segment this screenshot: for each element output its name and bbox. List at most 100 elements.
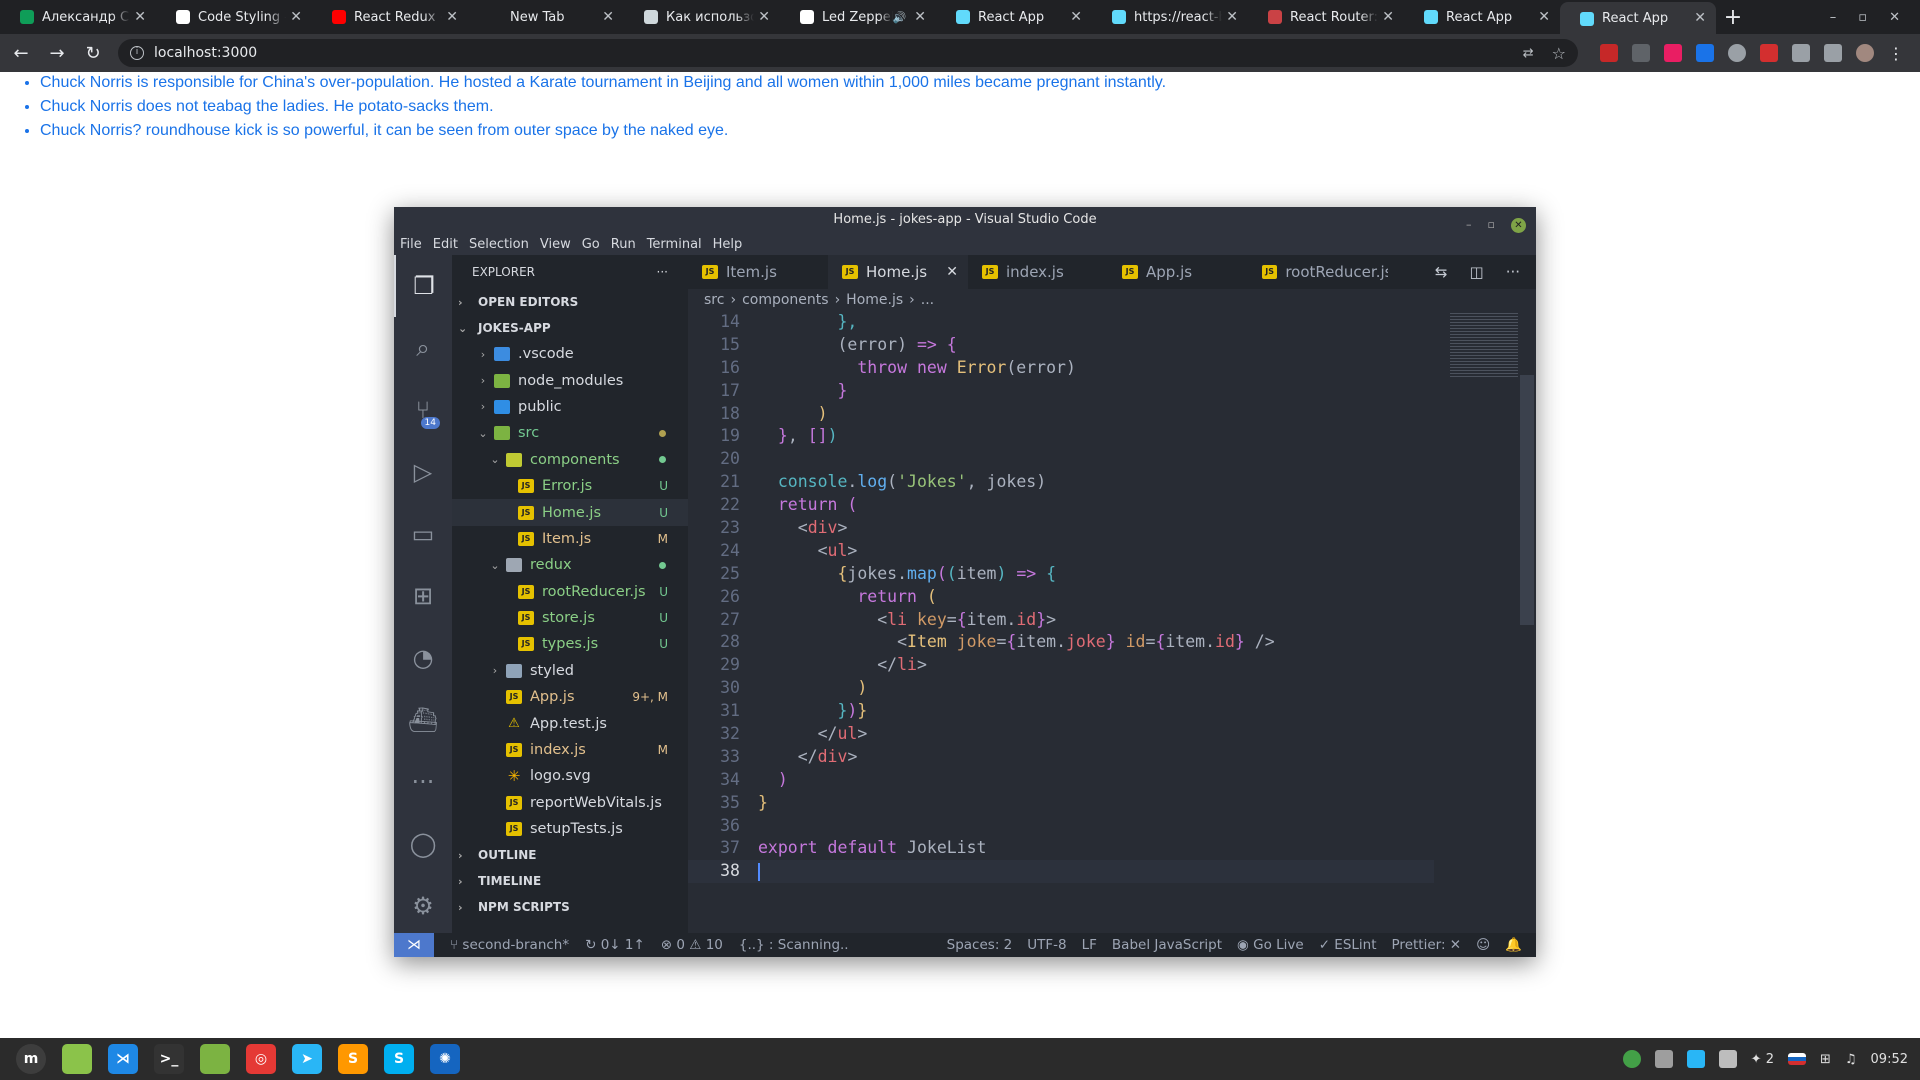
browser-tab[interactable]: Как использов✕ [624, 0, 780, 34]
notifications-tray[interactable]: ✦ 2 [1751, 1052, 1774, 1067]
file-tree-item[interactable]: ⌄ components [452, 447, 688, 473]
code-line[interactable]: 18 ) [688, 403, 1536, 426]
editor-tab[interactable]: JS Home.js ✕ [828, 255, 968, 289]
more-icon[interactable]: ··· [394, 751, 452, 813]
tab-close-icon[interactable]: ✕ [1694, 10, 1706, 26]
prettier-indicator[interactable]: Prettier: ✕ [1392, 937, 1462, 953]
tab-close-icon[interactable]: ✕ [946, 264, 958, 280]
translate-icon[interactable]: ⇄ [1523, 46, 1534, 61]
git-graph-icon[interactable]: ◔ [394, 627, 452, 689]
browser-menu-icon[interactable]: ⋮ [1888, 44, 1904, 63]
minimize-icon[interactable]: – [1830, 10, 1837, 25]
file-tree-item[interactable]: JS App.js 9+, M [452, 684, 688, 710]
code-line[interactable]: 37 export default JokeList [688, 837, 1536, 860]
taskbar-chrome-icon[interactable]: ◎ [246, 1044, 276, 1074]
editor-tab[interactable]: JS rootReducer.js [1248, 255, 1388, 289]
code-line[interactable]: 29 </li> [688, 654, 1536, 677]
browser-tab[interactable]: New Tab ✕ [468, 0, 624, 34]
address-bar[interactable]: i localhost:3000 ⇄ ☆ [118, 39, 1578, 67]
breadcrumb-item[interactable]: src [704, 292, 724, 308]
file-tree-item[interactable]: JS Error.js U [452, 473, 688, 499]
tab-close-icon[interactable]: ✕ [602, 9, 614, 25]
browser-tab[interactable]: Александр Cap✕ [0, 0, 156, 34]
code-line[interactable]: 17 } [688, 380, 1536, 403]
browser-tab[interactable]: React App ✕ [1560, 2, 1716, 34]
keyboard-layout-flag-icon[interactable] [1787, 1053, 1806, 1065]
file-tree-item[interactable]: › styled [452, 658, 688, 684]
ublock-extension-icon[interactable] [1600, 44, 1618, 62]
source-control-icon[interactable]: ⑂ 14 [394, 379, 452, 441]
back-button[interactable]: ← [6, 38, 36, 68]
tab-close-icon[interactable]: ✕ [1070, 9, 1082, 25]
problems-indicator[interactable]: ⊗ 0 ⚠ 10 [661, 937, 723, 953]
menu-item-view[interactable]: View [540, 237, 571, 252]
code-line[interactable]: 22 return ( [688, 494, 1536, 517]
sidebar-section-npm-scripts[interactable]: › NPM SCRIPTS [452, 894, 688, 920]
code-line[interactable]: 23 <div> [688, 517, 1536, 540]
extensions-icon[interactable]: ⊞ [394, 565, 452, 627]
code-line[interactable]: 26 return ( [688, 586, 1536, 609]
file-tree-item[interactable]: ⚠ App.test.js [452, 710, 688, 736]
code-line[interactable]: 30 ) [688, 677, 1536, 700]
encoding-indicator[interactable]: UTF-8 [1027, 937, 1066, 953]
editor-tab[interactable]: JS App.js [1108, 255, 1248, 289]
compare-changes-icon[interactable]: ⇆ [1435, 263, 1448, 281]
taskbar-files-desktop-icon[interactable] [62, 1044, 92, 1074]
file-tree-item[interactable]: › node_modules [452, 367, 688, 393]
minimize-icon[interactable]: – [1466, 212, 1472, 238]
media-queue-icon[interactable] [1824, 44, 1842, 62]
telegram-tray-icon[interactable] [1686, 1050, 1705, 1068]
tab-close-icon[interactable]: ✕ [134, 9, 146, 25]
audio-playing-icon[interactable]: 🔊 [893, 11, 907, 24]
git-sync[interactable]: ↻ 0↓ 1↑ [585, 937, 645, 953]
file-tree-item[interactable]: ✳ logo.svg [452, 763, 688, 789]
file-tree-item[interactable]: › public [452, 394, 688, 420]
file-tree-item[interactable]: JS index.js M [452, 737, 688, 763]
language-mode[interactable]: Babel JavaScript [1112, 937, 1222, 953]
editor-tab[interactable]: JS Item.js [688, 255, 828, 289]
breadcrumb-item[interactable]: components [742, 292, 829, 308]
file-tree-item[interactable]: ⌄ src [452, 420, 688, 446]
split-editor-icon[interactable]: ◫ [1470, 263, 1484, 281]
code-line[interactable]: 14 }, [688, 311, 1536, 334]
file-tree-item[interactable]: JS setupTests.js [452, 816, 688, 842]
accounts-icon[interactable]: ◯ [394, 813, 452, 875]
explorer-more-icon[interactable]: ··· [657, 265, 668, 279]
settings-gear-icon[interactable]: ⚙ [394, 875, 452, 937]
code-line[interactable]: 31 })} [688, 700, 1536, 723]
editor-tab[interactable]: JS index.js [968, 255, 1108, 289]
browser-tab[interactable]: React Router: D✕ [1248, 0, 1404, 34]
code-line[interactable]: 32 </ul> [688, 723, 1536, 746]
ruler-extension-icon[interactable] [1632, 44, 1650, 62]
code-line[interactable]: 19 }, []) [688, 425, 1536, 448]
target-extension-icon[interactable] [1728, 44, 1746, 62]
eslint-indicator[interactable]: ✓ ESLint [1319, 937, 1377, 953]
file-tree-item[interactable]: ⌄ redux [452, 552, 688, 578]
file-tree-item[interactable]: JS types.js U [452, 631, 688, 657]
file-tree-item[interactable]: JS reportWebVitals.js [452, 790, 688, 816]
remote-indicator-icon[interactable]: ⋊ [394, 933, 434, 957]
indentation-indicator[interactable]: Spaces: 2 [947, 937, 1013, 953]
minimap[interactable] [1450, 313, 1518, 377]
menu-item-file[interactable]: File [400, 237, 422, 252]
code-line[interactable]: 35} [688, 792, 1536, 815]
new-tab-button[interactable]: + [1716, 0, 1750, 34]
menu-item-edit[interactable]: Edit [433, 237, 458, 252]
notifications-bell-icon[interactable]: 🔔 [1505, 937, 1522, 953]
code-line[interactable]: 21 console.log('Jokes', jokes) [688, 471, 1536, 494]
tab-close-icon[interactable]: ✕ [446, 9, 458, 25]
bookmark-star-icon[interactable]: ☆ [1552, 44, 1566, 63]
close-icon[interactable]: ✕ [1889, 10, 1900, 25]
go-live-button[interactable]: ◉ Go Live [1237, 937, 1304, 953]
clock[interactable]: 09:52 [1871, 1052, 1908, 1067]
tab-close-icon[interactable]: ✕ [758, 9, 770, 25]
restore-icon[interactable]: ▫ [1858, 10, 1867, 25]
tab-close-icon[interactable]: ✕ [290, 9, 302, 25]
sound-icon[interactable]: ♫ [1845, 1052, 1857, 1067]
code-line[interactable]: 24 <ul> [688, 540, 1536, 563]
taskbar-vscode-icon[interactable]: ⋊ [108, 1044, 138, 1074]
docker-icon[interactable]: ⛴ [394, 689, 452, 751]
menu-item-selection[interactable]: Selection [469, 237, 529, 252]
code-line[interactable]: 16 throw new Error(error) [688, 357, 1536, 380]
file-tree-item[interactable]: › .vscode [452, 341, 688, 367]
